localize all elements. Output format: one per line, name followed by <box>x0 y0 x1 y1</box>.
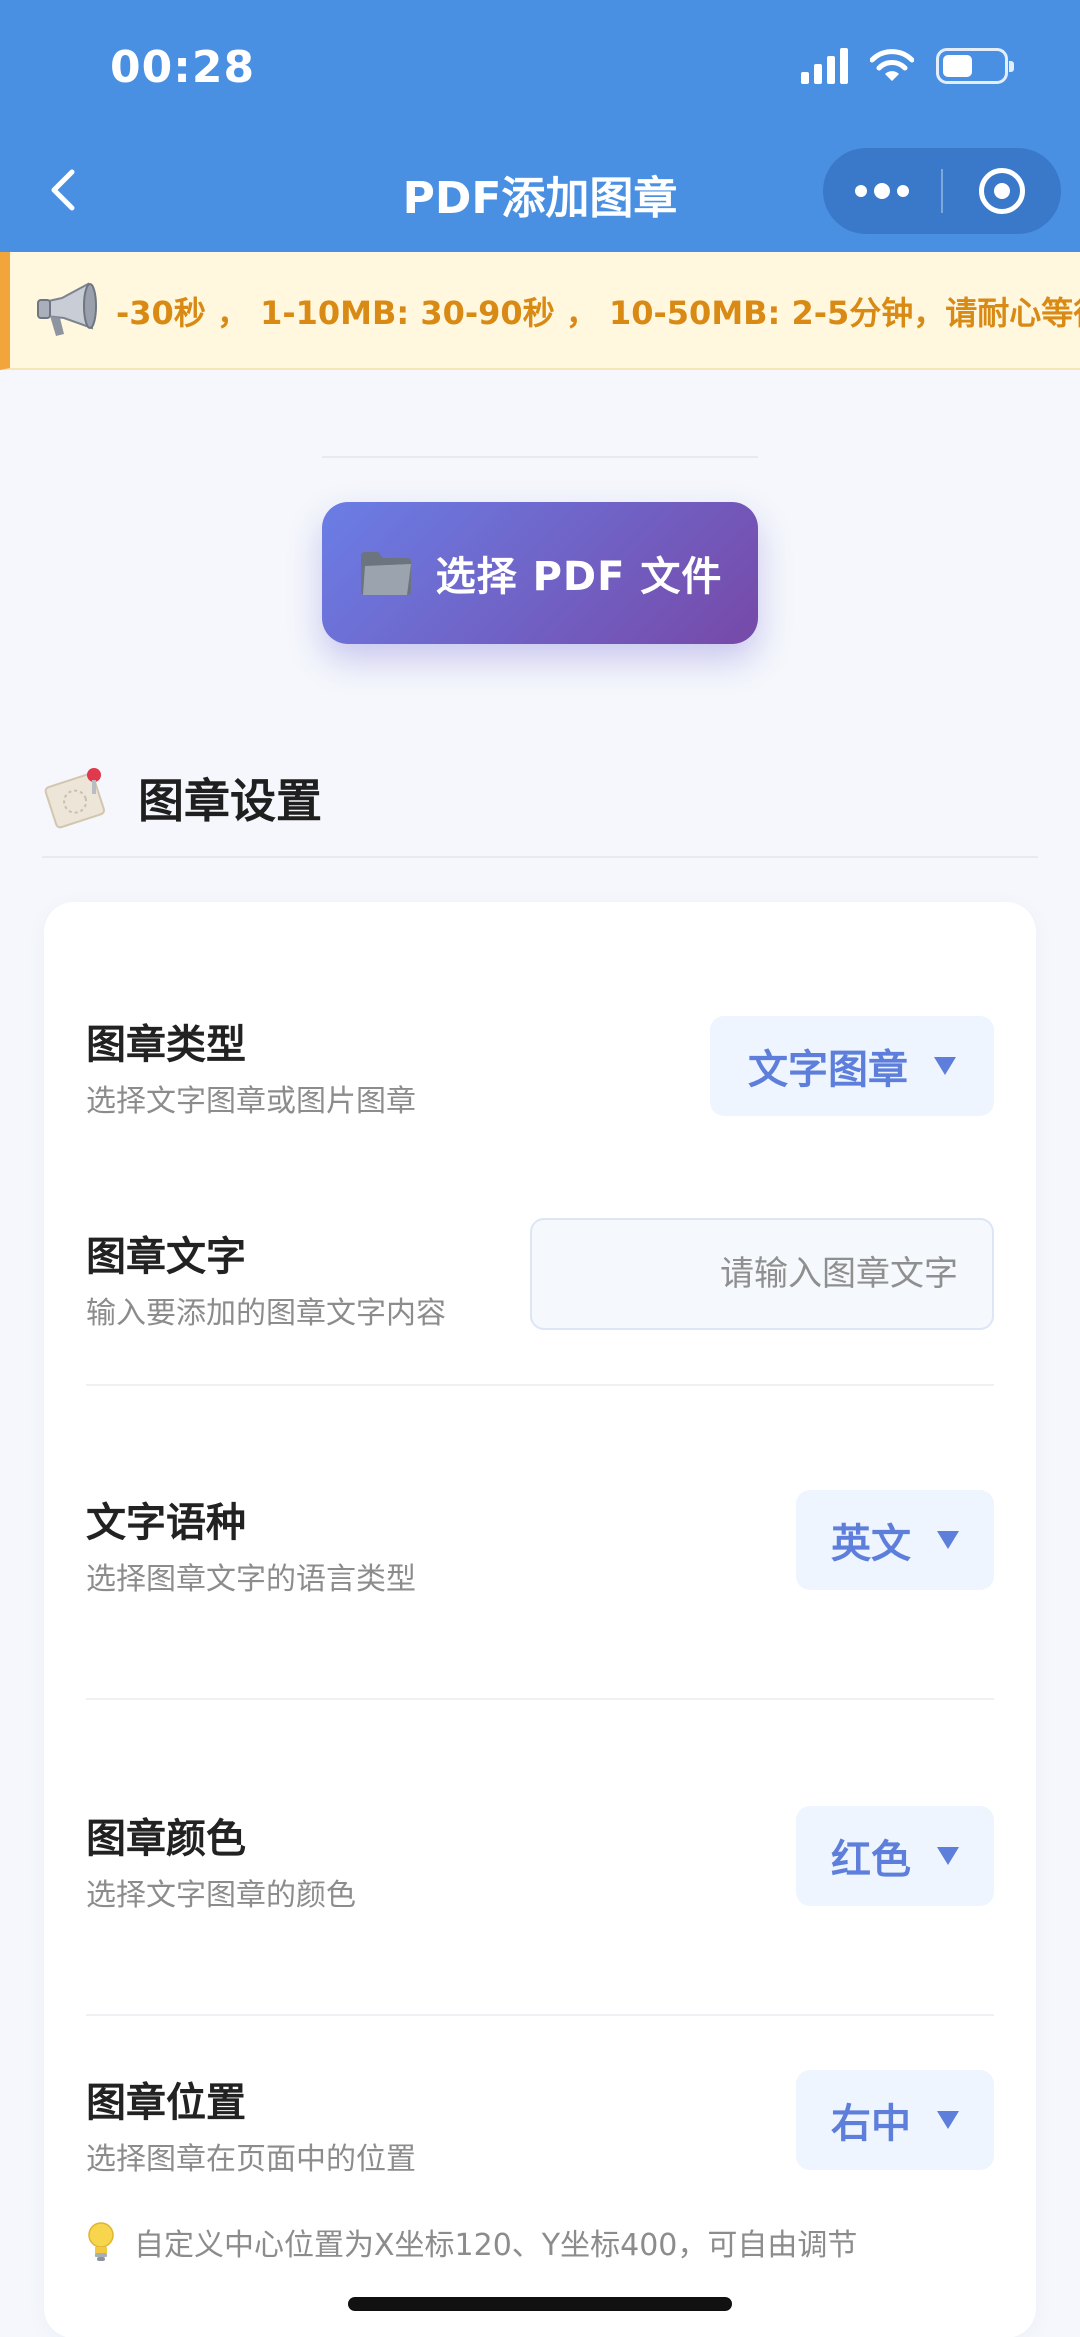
notice-text: -30秒 ， 1-10MB: 30-90秒 ， 10-50MB: 2-5分钟，请… <box>116 294 1080 332</box>
dropdown-arrow-icon <box>937 2111 959 2129</box>
setting-description: 选择文字图章的颜色 <box>86 1878 356 1913</box>
lightbulb-icon <box>88 2222 114 2261</box>
status-icons <box>801 48 1014 84</box>
color-select[interactable]: 红色 <box>796 1806 994 1906</box>
position-tip: 自定义中心位置为X坐标120、Y坐标400，可自由调节 <box>86 2220 857 2264</box>
section-heading: 图章设置 <box>42 758 322 838</box>
setting-description: 选择文字图章或图片图章 <box>86 1084 416 1119</box>
stamp-icon <box>44 768 106 829</box>
signal-icon <box>801 48 848 84</box>
select-value: 英文 <box>831 1521 911 1567</box>
setting-row-stamp-text: 图章文字 输入要添加的图章文字内容 <box>86 1218 994 1354</box>
setting-row-position: 图章位置 选择图章在页面中的位置 右中 <box>86 2070 994 2200</box>
select-value: 红色 <box>831 1837 911 1883</box>
setting-row-color: 图章颜色 选择文字图章的颜色 红色 <box>86 1806 994 1936</box>
status-time: 00:28 <box>110 42 256 93</box>
select-value: 文字图章 <box>748 1047 908 1093</box>
row-divider <box>86 1698 994 1700</box>
home-indicator <box>348 2297 732 2311</box>
setting-label: 文字语种 <box>86 1500 246 1546</box>
settings-card: 图章类型 选择文字图章或图片图章 文字图章 图章文字 输入要添加的图章文字内容 … <box>44 902 1036 2337</box>
megaphone-icon <box>37 282 97 336</box>
mini-program-capsule <box>823 148 1061 234</box>
position-select[interactable]: 右中 <box>796 2070 994 2170</box>
choose-pdf-button[interactable]: 选择 PDF 文件 <box>322 502 758 644</box>
target-circle-icon[interactable] <box>943 148 1061 234</box>
stamp-type-select[interactable]: 文字图章 <box>710 1016 994 1116</box>
setting-label: 图章类型 <box>86 1022 246 1068</box>
section-title: 图章设置 <box>138 774 322 828</box>
setting-description: 选择图章文字的语言类型 <box>86 1562 416 1597</box>
setting-row-stamp-type: 图章类型 选择文字图章或图片图章 文字图章 <box>86 1012 994 1142</box>
header: 00:28 PDF添加图章 <box>0 0 1080 252</box>
section-divider <box>42 856 1038 858</box>
choose-pdf-label: 选择 PDF 文件 <box>435 554 723 600</box>
stamp-text-input[interactable] <box>530 1218 994 1330</box>
battery-icon <box>936 48 1014 84</box>
setting-description: 选择图章在页面中的位置 <box>86 2142 416 2177</box>
more-dots-icon[interactable] <box>823 148 941 234</box>
row-divider <box>86 2014 994 2016</box>
dropdown-arrow-icon <box>937 1847 959 1865</box>
tip-text: 自定义中心位置为X坐标120、Y坐标400，可自由调节 <box>134 2228 858 2263</box>
setting-row-language: 文字语种 选择图章文字的语言类型 英文 <box>86 1490 994 1620</box>
row-divider <box>86 1384 994 1386</box>
dropdown-arrow-icon <box>937 1531 959 1549</box>
top-divider <box>322 456 758 458</box>
setting-label: 图章颜色 <box>86 1816 246 1862</box>
setting-label: 图章位置 <box>86 2080 246 2126</box>
setting-label: 图章文字 <box>86 1234 246 1280</box>
setting-description: 输入要添加的图章文字内容 <box>86 1296 446 1331</box>
select-value: 右中 <box>831 2101 911 2147</box>
folder-icon <box>360 552 411 595</box>
dropdown-arrow-icon <box>934 1057 956 1075</box>
wifi-icon <box>870 49 914 81</box>
language-select[interactable]: 英文 <box>796 1490 994 1590</box>
notice-bar: -30秒 ， 1-10MB: 30-90秒 ， 10-50MB: 2-5分钟，请… <box>0 252 1080 370</box>
